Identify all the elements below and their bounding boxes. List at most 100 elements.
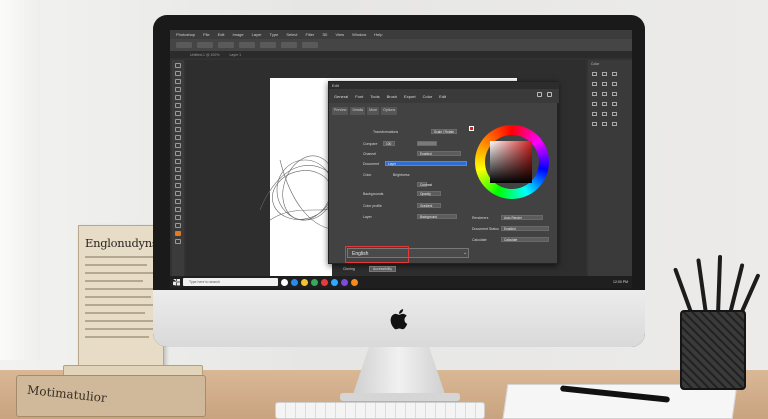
menu-item[interactable]: Type (270, 32, 279, 37)
option-control[interactable] (197, 42, 213, 48)
app-icon[interactable] (341, 278, 348, 286)
row-field[interactable]: Enabled (417, 151, 461, 156)
menu-item[interactable]: Select (286, 32, 297, 37)
row-field[interactable]: Gradient (417, 203, 441, 208)
row-field[interactable]: Background (417, 214, 457, 219)
panel-icon[interactable] (602, 92, 607, 96)
heal-tool-icon[interactable] (175, 111, 181, 116)
blur-tool-icon[interactable] (175, 159, 181, 164)
dialog-tab[interactable]: Edit (439, 94, 446, 99)
app-icon[interactable] (351, 278, 358, 286)
subtab[interactable]: Options (381, 107, 398, 115)
panel-icon[interactable] (612, 102, 617, 106)
row-field[interactable]: Enabled (501, 226, 549, 231)
path-tool-icon[interactable] (175, 191, 181, 196)
panel-icon[interactable] (602, 102, 607, 106)
option-control[interactable] (218, 42, 234, 48)
lasso-tool-icon[interactable] (175, 79, 181, 84)
pen-tool-icon[interactable] (175, 175, 181, 180)
panel-icon[interactable] (602, 112, 607, 116)
dialog-tab[interactable]: Tools (370, 94, 379, 99)
saturation-square[interactable] (490, 141, 532, 183)
taskbar-search-input[interactable]: Type here to search (183, 278, 278, 286)
current-color-swatch[interactable] (469, 126, 474, 131)
panel-icon[interactable] (612, 92, 617, 96)
accessibility-button[interactable]: Accessibility (369, 266, 397, 272)
panel-icon[interactable] (592, 82, 597, 86)
panel-icon[interactable] (592, 92, 597, 96)
menu-item[interactable]: Filter (305, 32, 314, 37)
panel-icon[interactable] (592, 72, 597, 76)
menu-item[interactable]: Edit (218, 32, 225, 37)
brush-tool-icon[interactable] (175, 119, 181, 124)
row-field[interactable]: 100 (383, 141, 395, 146)
app-icon[interactable] (321, 278, 328, 286)
option-control[interactable] (260, 42, 276, 48)
dialog-tab[interactable]: Color (423, 94, 433, 99)
panel-icon[interactable] (612, 122, 617, 126)
move-tool-icon[interactable] (175, 63, 181, 68)
clock[interactable]: 12:00 PM (613, 280, 628, 284)
type-tool-icon[interactable] (175, 183, 181, 188)
row-field[interactable]: Auto Render (501, 215, 543, 220)
task-view-icon[interactable] (281, 278, 288, 286)
row-field[interactable]: Contrast (417, 182, 432, 187)
zoom-tool-icon[interactable] (175, 215, 181, 220)
doc-tab[interactable]: Untitled-1 @ 100% (190, 53, 219, 57)
panel-icon[interactable] (592, 122, 597, 126)
dialog-tab[interactable]: Export (404, 94, 416, 99)
edge-icon[interactable] (291, 278, 298, 286)
panel-icon[interactable] (602, 82, 607, 86)
foreground-color-swatch[interactable] (175, 231, 181, 236)
hand-tool-icon[interactable] (175, 207, 181, 212)
panel-icon[interactable] (612, 112, 617, 116)
wand-tool-icon[interactable] (175, 87, 181, 92)
dialog-titlebar[interactable]: Edit (329, 82, 559, 89)
doc-tab[interactable]: Layer 1 (229, 53, 241, 57)
panel-icon[interactable] (602, 72, 607, 76)
crop-tool-icon[interactable] (175, 95, 181, 100)
panel-icon[interactable] (602, 122, 607, 126)
dialog-tab[interactable]: Brush (387, 94, 397, 99)
menu-item[interactable]: Window (352, 32, 366, 37)
menu-item[interactable]: 3D (322, 32, 327, 37)
option-control[interactable] (176, 42, 192, 48)
menu-item[interactable]: Image (233, 32, 244, 37)
dodge-tool-icon[interactable] (175, 167, 181, 172)
panel-icon[interactable] (612, 82, 617, 86)
panel-icon[interactable] (592, 112, 597, 116)
more-tools-icon[interactable] (175, 223, 181, 228)
shape-tool-icon[interactable] (175, 199, 181, 204)
windows-start-icon[interactable] (173, 278, 180, 286)
stamp-tool-icon[interactable] (175, 127, 181, 132)
eraser-tool-icon[interactable] (175, 143, 181, 148)
subtab[interactable]: Details (350, 107, 366, 115)
row-field[interactable]: Opacity (417, 191, 441, 196)
store-icon[interactable] (311, 278, 318, 286)
chevron-down-icon[interactable]: ⌄ (463, 250, 467, 256)
row-field[interactable]: Scale / Rotate (431, 129, 457, 134)
photoshop-icon[interactable] (331, 278, 338, 286)
gradient-tool-icon[interactable] (175, 151, 181, 156)
marquee-tool-icon[interactable] (175, 71, 181, 76)
menu-item[interactable]: Layer (252, 32, 262, 37)
menu-item[interactable]: File (203, 32, 209, 37)
subtab[interactable]: More (367, 107, 380, 115)
row-field-selected[interactable]: Layer (385, 161, 467, 166)
folder-icon[interactable] (301, 278, 308, 286)
menu-item[interactable]: View (335, 32, 344, 37)
subtab[interactable]: Preview (332, 107, 349, 115)
background-color-swatch[interactable] (175, 239, 181, 244)
dialog-tab[interactable]: General (334, 94, 348, 99)
menu-item[interactable]: Help (374, 32, 382, 37)
settings-icon[interactable] (537, 92, 542, 97)
close-icon[interactable] (547, 92, 552, 97)
row-field[interactable]: Calculate (501, 237, 549, 242)
row-field-swatch[interactable] (417, 141, 437, 146)
panel-icon[interactable] (612, 72, 617, 76)
menu-item[interactable]: Photoshop (176, 32, 195, 37)
eyedropper-tool-icon[interactable] (175, 103, 181, 108)
option-control[interactable] (302, 42, 318, 48)
panel-icon[interactable] (592, 102, 597, 106)
dialog-tab[interactable]: Font (355, 94, 363, 99)
